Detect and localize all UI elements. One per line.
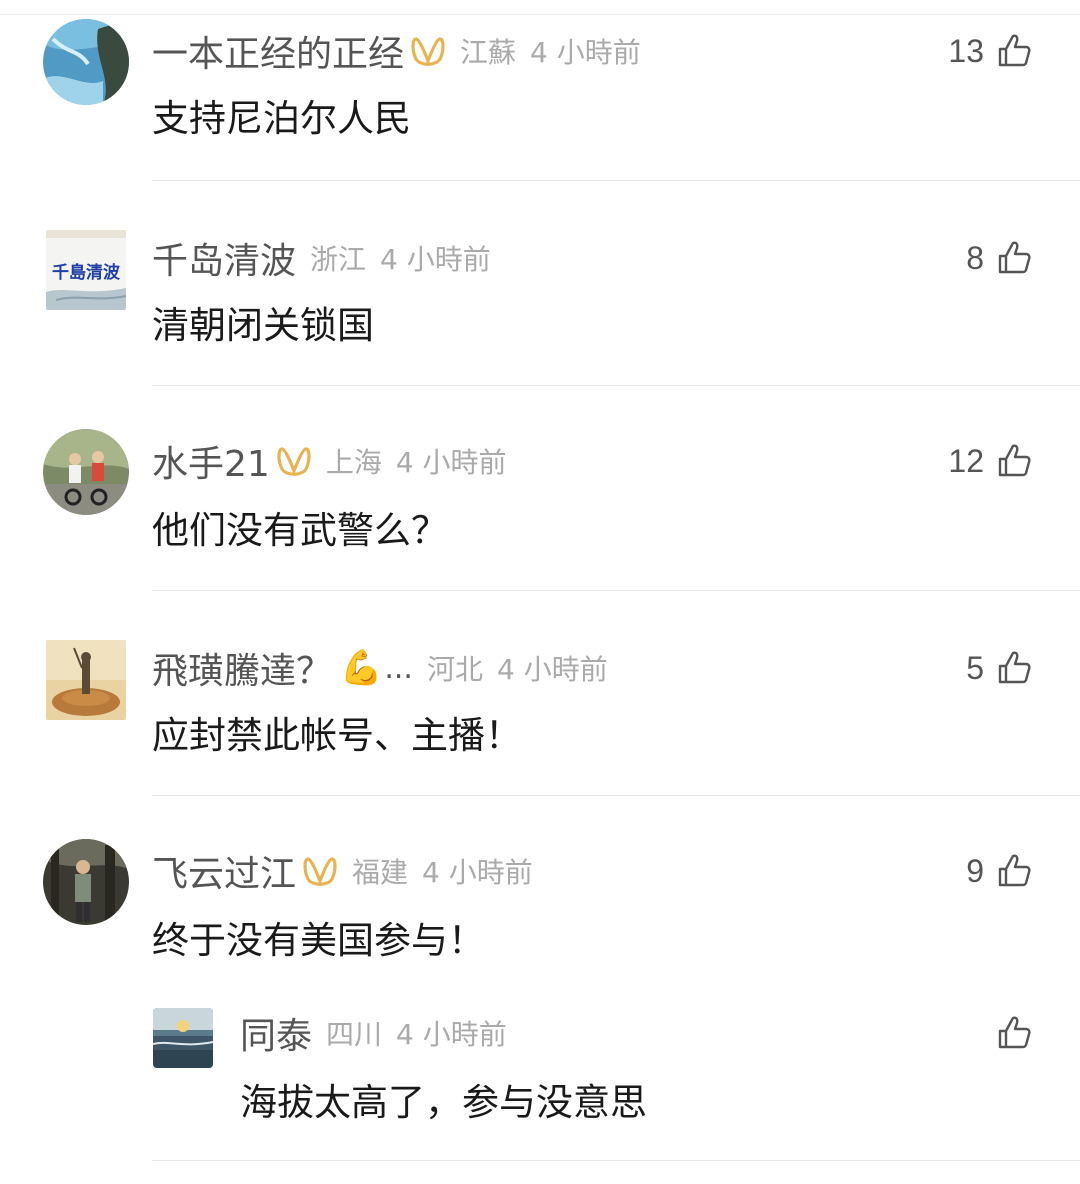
comment-meta: 飞云过江 福建 4 小時前 xyxy=(152,845,533,897)
divider xyxy=(152,180,1080,181)
location: 江蘇 xyxy=(460,36,517,69)
avatar-image xyxy=(43,839,129,925)
comment-meta: 飛璜騰達？ 💪 ... 河北 4 小時前 xyxy=(152,642,608,694)
thumbs-up-icon[interactable] xyxy=(996,650,1032,686)
thumbs-up-icon[interactable] xyxy=(996,33,1032,69)
username[interactable]: 飞云过江 xyxy=(152,845,296,897)
divider xyxy=(152,795,1080,796)
timestamp: 4 小時前 xyxy=(496,653,608,686)
comment-meta: 一本正经的正经 江蘇 4 小時前 xyxy=(152,25,641,77)
like-count: 8 xyxy=(966,239,984,276)
avatar[interactable]: 千島清波 xyxy=(46,227,126,313)
like-count: 12 xyxy=(948,442,984,479)
reply-text: 海拔太高了，参与没意思 xyxy=(240,1081,647,1124)
timestamp: 4 小時前 xyxy=(395,446,507,479)
flexed-biceps-emoji: 💪 xyxy=(340,648,383,688)
location: 四川 xyxy=(326,1018,383,1051)
username[interactable]: 水手21 xyxy=(152,435,270,487)
reply-meta: 同泰 四川 4 小時前 xyxy=(240,1007,507,1059)
divider xyxy=(152,385,1080,386)
timestamp: 4 小時前 xyxy=(396,1018,507,1051)
avatar-image xyxy=(43,429,129,515)
thumbs-up-icon[interactable] xyxy=(996,1015,1032,1051)
thumbs-up-icon[interactable] xyxy=(996,853,1032,889)
username[interactable]: 一本正经的正经 xyxy=(152,25,404,77)
like-button[interactable] xyxy=(996,1010,1032,1056)
thumbs-up-icon[interactable] xyxy=(996,443,1032,479)
thumbs-up-icon[interactable] xyxy=(996,240,1032,276)
location: 上海 xyxy=(325,446,382,479)
like-count: 5 xyxy=(966,649,984,686)
location: 福建 xyxy=(352,856,409,889)
avatar-image xyxy=(153,1008,213,1068)
timestamp: 4 小時前 xyxy=(422,856,533,889)
like-count: 13 xyxy=(948,32,984,69)
avatar-image xyxy=(46,640,126,720)
avatar[interactable] xyxy=(43,429,129,515)
username[interactable]: 同泰 xyxy=(240,1007,312,1059)
divider xyxy=(152,1160,1080,1161)
like-button[interactable]: 5 xyxy=(966,645,1032,691)
avatar-image xyxy=(43,19,129,105)
avatar-text: 千島清波 xyxy=(52,262,121,283)
avatar[interactable] xyxy=(153,1008,213,1068)
like-button[interactable]: 12 xyxy=(948,438,1032,484)
timestamp: 4 小時前 xyxy=(380,243,491,276)
like-button[interactable]: 8 xyxy=(966,235,1032,281)
username[interactable]: 千岛清波 xyxy=(152,232,296,284)
divider xyxy=(152,590,1080,591)
top-divider xyxy=(0,14,1080,15)
comment-text: 他们没有武警么？ xyxy=(152,509,448,552)
comment-meta: 千岛清波 浙江 4 小時前 xyxy=(152,232,491,284)
location: 浙江 xyxy=(310,243,367,276)
avatar[interactable] xyxy=(43,19,129,105)
comment-meta: 水手21 上海 4 小時前 xyxy=(152,435,507,487)
vip-badge-icon xyxy=(303,857,337,886)
comment-text: 清朝闭关锁国 xyxy=(152,304,374,347)
like-button[interactable]: 13 xyxy=(948,28,1032,74)
comment-text: 支持尼泊尔人民 xyxy=(152,97,411,140)
vip-badge-icon xyxy=(411,37,445,66)
avatar[interactable] xyxy=(43,839,129,925)
like-button[interactable]: 9 xyxy=(966,848,1032,894)
comment-text: 应封禁此帐号、主播！ xyxy=(152,714,522,757)
location: 河北 xyxy=(426,653,483,686)
timestamp: 4 小時前 xyxy=(530,36,641,69)
name-ellipsis: ... xyxy=(384,650,413,686)
vip-badge-icon xyxy=(277,447,311,476)
avatar[interactable] xyxy=(46,637,126,723)
avatar-image: 千島清波 xyxy=(46,230,126,310)
username[interactable]: 飛璜騰達？ xyxy=(152,642,332,694)
like-count: 9 xyxy=(966,852,984,889)
comment-text: 终于没有美国参与！ xyxy=(152,919,485,962)
